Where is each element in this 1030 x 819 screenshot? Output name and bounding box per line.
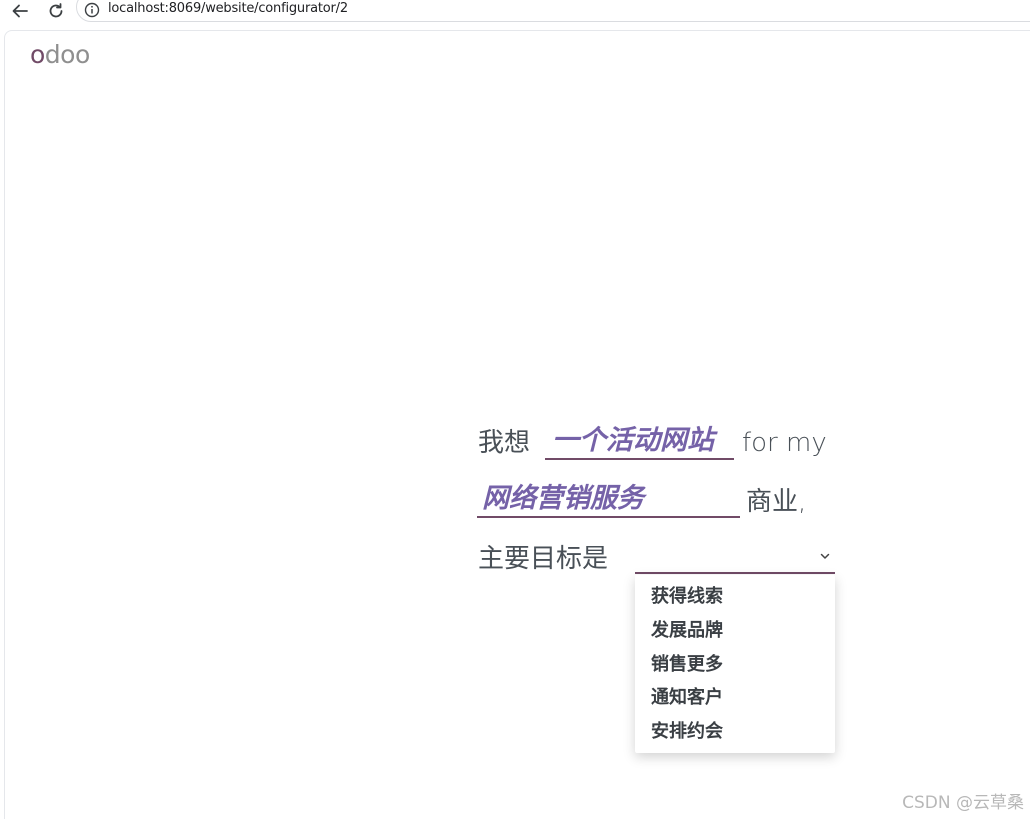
goal-option[interactable]: 通知客户 xyxy=(651,686,723,710)
browser-toolbar: localhost:8069/website/configurator/2 xyxy=(0,0,1030,24)
back-button[interactable] xyxy=(9,0,31,22)
chevron-down-icon xyxy=(820,553,830,559)
business-type-input[interactable]: 网络营销服务 xyxy=(477,482,740,518)
site-info-icon[interactable] xyxy=(84,2,100,18)
logo-rest: doo xyxy=(44,40,90,69)
website-type-field[interactable]: 一个活动网站 xyxy=(545,424,734,460)
url-text[interactable]: localhost:8069/website/configurator/2 xyxy=(108,1,348,16)
sentence-line-1-prefix: 我想 xyxy=(478,428,531,458)
goal-option[interactable]: 销售更多 xyxy=(651,653,723,677)
reload-button[interactable] xyxy=(45,0,67,22)
goal-option[interactable]: 获得线索 xyxy=(651,585,723,609)
odoo-logo[interactable]: odoo xyxy=(30,42,90,68)
sentence-line-1-suffix: for my xyxy=(742,428,827,458)
sentence-line-3-prefix: 主要目标是 xyxy=(478,544,609,574)
reload-icon xyxy=(49,3,63,18)
back-arrow-icon xyxy=(12,4,28,18)
logo-first-letter: o xyxy=(30,40,45,69)
sentence-line-2-suffix: 商业, xyxy=(746,487,807,517)
goal-select[interactable] xyxy=(635,540,835,574)
goal-dropdown-menu: 获得线索 发展品牌 销售更多 通知客户 安排约会 xyxy=(635,575,835,753)
goal-option[interactable]: 安排约会 xyxy=(651,720,723,744)
goal-option[interactable]: 发展品牌 xyxy=(651,619,723,643)
watermark-text: CSDN @云草桑 xyxy=(902,793,1024,813)
page-viewport xyxy=(4,30,1030,819)
